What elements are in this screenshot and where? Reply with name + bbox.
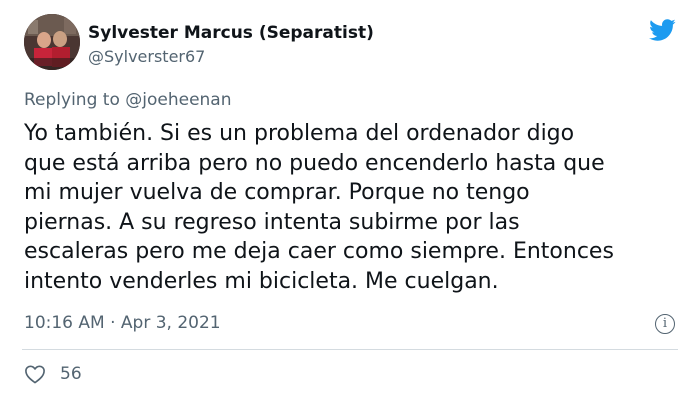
user-handle[interactable]: @Sylverster67 <box>88 47 205 66</box>
like-count: 56 <box>60 364 82 384</box>
avatar-photo <box>24 14 80 70</box>
divider <box>22 349 678 350</box>
info-icon[interactable]: i <box>655 314 675 334</box>
avatar[interactable] <box>24 14 80 70</box>
like-button[interactable]: 56 <box>24 364 82 384</box>
tweet-text: Yo también. Si es un problema del ordena… <box>24 121 614 294</box>
reply-mention-link[interactable]: @joeheenan <box>125 90 231 110</box>
heart-icon[interactable] <box>24 364 46 384</box>
twitter-bird-icon[interactable] <box>646 16 678 44</box>
display-name[interactable]: Sylvester Marcus (Separatist) <box>88 23 374 43</box>
replying-to-label: Replying to <box>24 90 126 110</box>
tweet-timestamp[interactable]: 10:16 AM · Apr 3, 2021 <box>24 313 221 333</box>
replying-to: Replying to @joeheenan <box>24 90 232 110</box>
tweet-card: Sylvester Marcus (Separatist) @Sylverste… <box>0 0 700 402</box>
